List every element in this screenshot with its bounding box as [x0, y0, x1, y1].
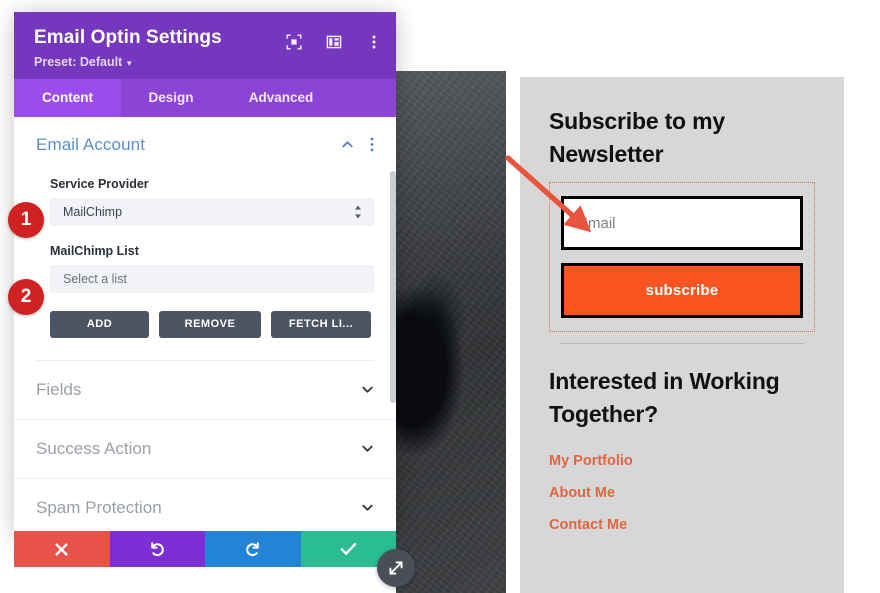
- label-mailchimp-list: MailChimp List: [50, 243, 139, 258]
- annotation-badge-1: 1: [8, 202, 44, 238]
- email-input[interactable]: Email: [561, 196, 803, 251]
- layout-columns-icon[interactable]: [326, 34, 342, 50]
- add-button[interactable]: ADD: [50, 310, 149, 338]
- undo-button[interactable]: [109, 531, 205, 567]
- section-more-vertical-icon[interactable]: [370, 137, 374, 152]
- chevron-up-icon[interactable]: [341, 138, 354, 151]
- label-service-provider: Service Provider: [50, 176, 149, 191]
- tab-content[interactable]: Content: [14, 78, 121, 117]
- undo-icon: [150, 541, 164, 556]
- section-spam-protection-title: Spam Protection: [36, 497, 162, 517]
- settings-tabs: Content Design Advanced: [14, 78, 396, 117]
- chevron-down-icon[interactable]: [361, 501, 374, 514]
- modal-header: Email Optin Settings Preset: Default ▼: [14, 12, 396, 79]
- mailchimp-list-select[interactable]: Select a list: [50, 264, 374, 293]
- section-success-action[interactable]: Success Action: [14, 420, 396, 479]
- newsletter-heading: Subscribe to my Newsletter: [549, 108, 725, 167]
- resize-handle[interactable]: [377, 549, 415, 587]
- section-email-account: Email Account Service Provider MailChimp…: [14, 117, 396, 361]
- resize-diagonal-icon: [389, 561, 403, 575]
- service-provider-select[interactable]: MailChimp: [50, 197, 374, 226]
- section-spam-protection[interactable]: Spam Protection: [14, 479, 396, 522]
- list-action-buttons: ADD REMOVE FETCH LI...: [50, 310, 374, 338]
- chevron-down-icon[interactable]: [361, 442, 374, 455]
- section-success-action-title: Success Action: [36, 438, 152, 458]
- scrollbar-track[interactable]: [390, 117, 396, 534]
- preview-links: My Portfolio About Me Contact Me: [549, 453, 815, 533]
- chevron-down-icon: ▼: [125, 58, 134, 68]
- section-title: Email Account: [36, 134, 146, 154]
- preset-selector[interactable]: Preset: Default ▼: [34, 55, 378, 69]
- section-fields-title: Fields: [36, 379, 82, 399]
- annotation-badge-2: 2: [8, 279, 44, 315]
- page-preview: Subscribe to my Newsletter Email subscri…: [520, 77, 844, 593]
- screen: Email Optin Settings Preset: Default ▼ C…: [0, 0, 880, 593]
- redo-button[interactable]: [205, 531, 301, 567]
- focus-icon[interactable]: [286, 34, 302, 50]
- modal-body: Email Account Service Provider MailChimp…: [14, 116, 396, 534]
- section-header-icons: [341, 137, 374, 152]
- more-vertical-icon[interactable]: [366, 34, 382, 50]
- link-about-me[interactable]: About Me: [549, 485, 815, 501]
- mailchimp-list-value: Select a list: [63, 271, 127, 286]
- email-placeholder: Email: [578, 214, 616, 232]
- cancel-button[interactable]: [14, 531, 110, 567]
- preset-label: Preset: Default: [34, 54, 123, 69]
- subscribe-button-label: subscribe: [645, 282, 719, 300]
- cta-heading: Interested in Working Together?: [549, 368, 780, 427]
- link-contact-me[interactable]: Contact Me: [549, 517, 815, 533]
- fetch-lists-button[interactable]: FETCH LI...: [271, 310, 371, 338]
- check-icon: [340, 543, 356, 555]
- section-email-account-header[interactable]: Email Account: [36, 135, 374, 157]
- modal-header-icons: [286, 34, 382, 50]
- subscribe-button[interactable]: subscribe: [561, 263, 803, 319]
- section-fields[interactable]: Fields: [14, 361, 396, 420]
- remove-button[interactable]: REMOVE: [159, 310, 261, 338]
- tab-design[interactable]: Design: [121, 79, 221, 117]
- scrollbar-thumb[interactable]: [390, 170, 396, 403]
- optin-module: Email subscribe: [549, 182, 815, 333]
- redo-icon: [246, 541, 260, 556]
- email-optin-settings-modal: Email Optin Settings Preset: Default ▼ C…: [14, 12, 396, 534]
- sort-arrows-icon: [355, 205, 361, 219]
- preview-content: Subscribe to my Newsletter Email subscri…: [520, 77, 844, 533]
- chevron-down-icon[interactable]: [361, 383, 374, 396]
- canvas-background-photo: [396, 71, 506, 593]
- preview-divider: [560, 343, 804, 345]
- service-provider-value: MailChimp: [63, 204, 123, 219]
- modal-action-bar: [14, 531, 396, 567]
- photo-shade: [396, 71, 506, 593]
- link-my-portfolio[interactable]: My Portfolio: [549, 453, 815, 469]
- close-icon: [55, 542, 68, 556]
- tab-advanced[interactable]: Advanced: [221, 79, 341, 117]
